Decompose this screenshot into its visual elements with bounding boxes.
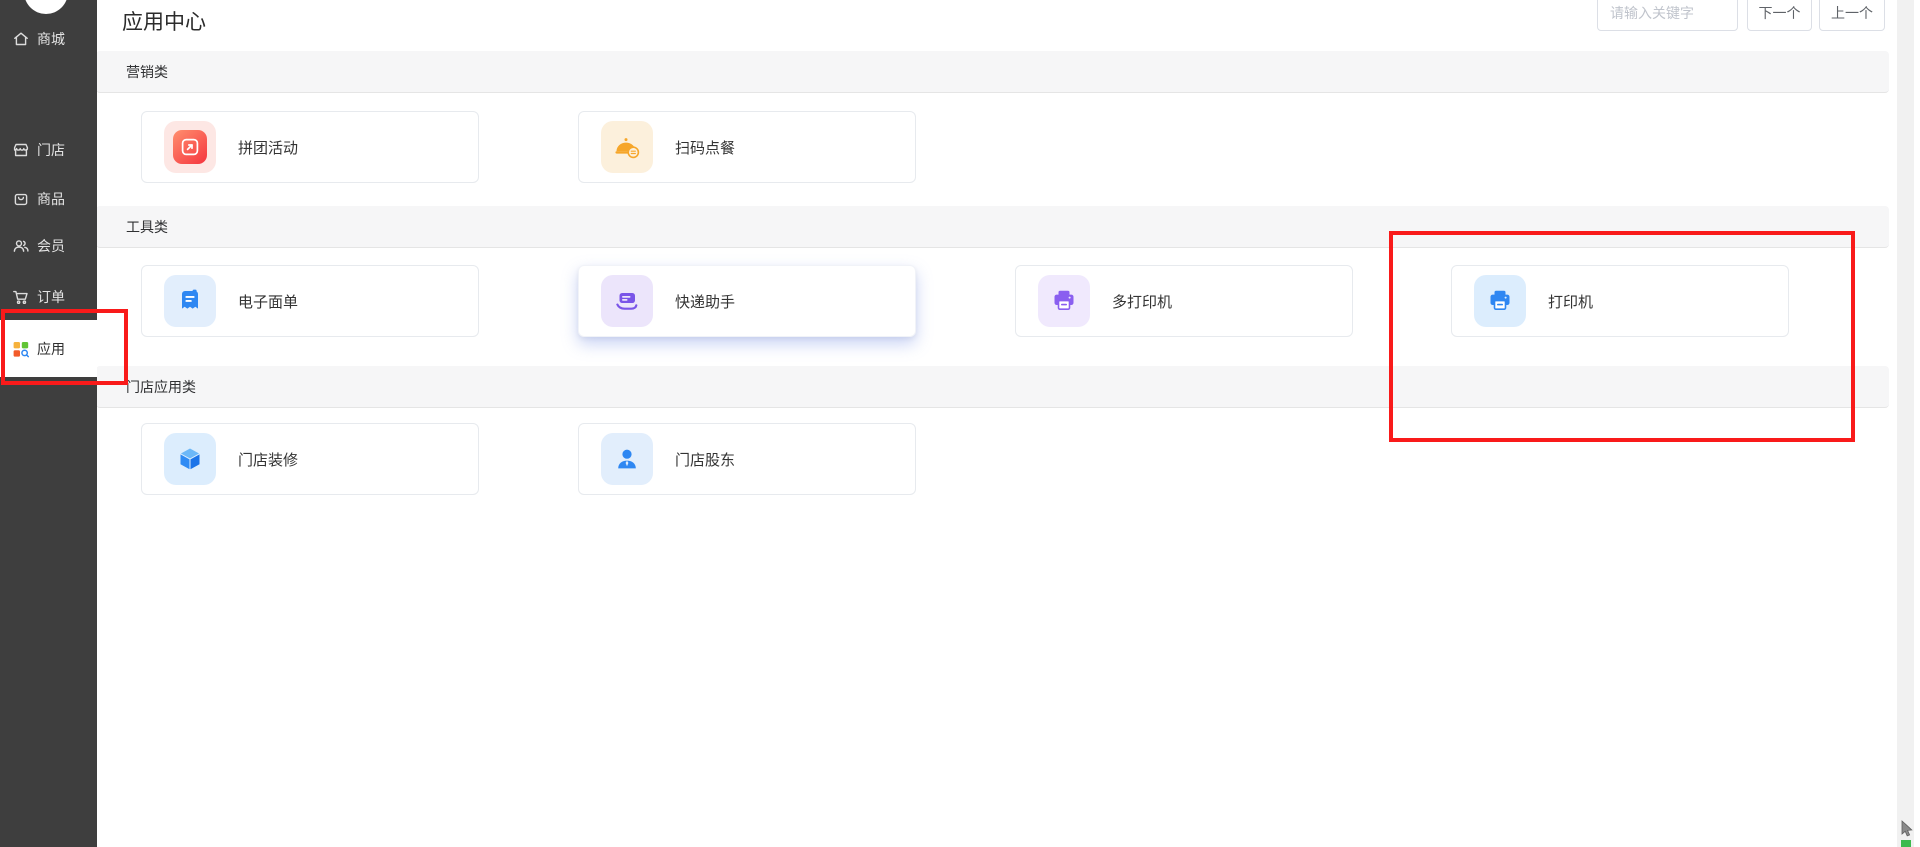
sidebar-item-label: 门店	[37, 142, 65, 158]
prev-button[interactable]: 上一个	[1819, 0, 1885, 31]
page-title: 应用中心	[122, 11, 206, 34]
section-header-tools: 工具类	[96, 206, 1889, 248]
app-card-scan-order[interactable]: 扫码点餐	[578, 111, 916, 183]
app-card-label: 门店股东	[675, 451, 736, 469]
next-button[interactable]: 下一个	[1747, 0, 1812, 31]
sidebar-item-label: 会员	[37, 238, 65, 254]
sidebar-item-label: 订单	[37, 289, 65, 305]
section-header-marketing: 营销类	[96, 51, 1889, 93]
e-waybill-icon	[164, 275, 216, 327]
multi-printer-icon	[1038, 275, 1090, 327]
sidebar-item-label: 商品	[37, 191, 65, 207]
sidebar-item-label: 应用	[37, 340, 65, 357]
app-card-printer[interactable]: 打印机	[1451, 265, 1789, 337]
app-card-group-buy[interactable]: 拼团活动	[141, 111, 479, 183]
app-card-label: 拼团活动	[238, 139, 299, 157]
app-card-label: 门店装修	[238, 451, 299, 469]
app-card-e-waybill[interactable]: 电子面单	[141, 265, 479, 337]
app-card-multi-printer[interactable]: 多打印机	[1015, 265, 1353, 337]
app-card-label: 扫码点餐	[675, 139, 736, 157]
app-card-label: 快递助手	[675, 293, 736, 311]
group-buy-icon	[164, 121, 216, 173]
sidebar-item-members[interactable]: 会员	[0, 226, 97, 266]
members-icon	[12, 237, 30, 255]
app-card-shareholder[interactable]: 门店股东	[578, 423, 916, 495]
search-input[interactable]	[1597, 0, 1738, 31]
app-card-express-helper[interactable]: 快递助手	[578, 265, 916, 337]
order-cart-icon	[12, 288, 30, 306]
sidebar-item-mall[interactable]: 商城	[0, 19, 97, 59]
section-label: 门店应用类	[126, 378, 196, 395]
section-label: 工具类	[126, 218, 168, 235]
app-card-store-deco[interactable]: 门店装修	[141, 423, 479, 495]
express-helper-icon	[601, 275, 653, 327]
goods-bag-icon	[12, 190, 30, 208]
store-deco-icon	[164, 433, 216, 485]
storefront-icon	[12, 141, 30, 159]
scan-order-icon	[601, 121, 653, 173]
sidebar-item-orders[interactable]: 订单	[0, 277, 97, 317]
app-card-label: 打印机	[1548, 293, 1594, 311]
section-label: 营销类	[126, 63, 168, 80]
sidebar-item-goods[interactable]: 商品	[0, 179, 97, 219]
avatar[interactable]	[24, 0, 68, 14]
home-icon	[12, 30, 30, 48]
app-card-label: 多打印机	[1112, 293, 1173, 311]
app-card-label: 电子面单	[238, 293, 299, 311]
sidebar: 商城 门店 商品 会员 订单 应用	[0, 0, 97, 847]
green-indicator	[1901, 840, 1911, 847]
sidebar-item-store[interactable]: 门店	[0, 130, 97, 170]
apps-grid-icon	[12, 340, 30, 358]
sidebar-item-apps[interactable]: 应用	[0, 320, 97, 377]
app-center-screen: 商城 门店 商品 会员 订单 应用 应用中心 请输入关键字 下一个 上一个 营销…	[0, 0, 1920, 847]
shareholder-icon	[601, 433, 653, 485]
section-header-store-apps: 门店应用类	[96, 366, 1889, 408]
sidebar-item-label: 商城	[37, 31, 65, 47]
printer-icon	[1474, 275, 1526, 327]
scrollbar-track[interactable]	[1897, 0, 1914, 847]
